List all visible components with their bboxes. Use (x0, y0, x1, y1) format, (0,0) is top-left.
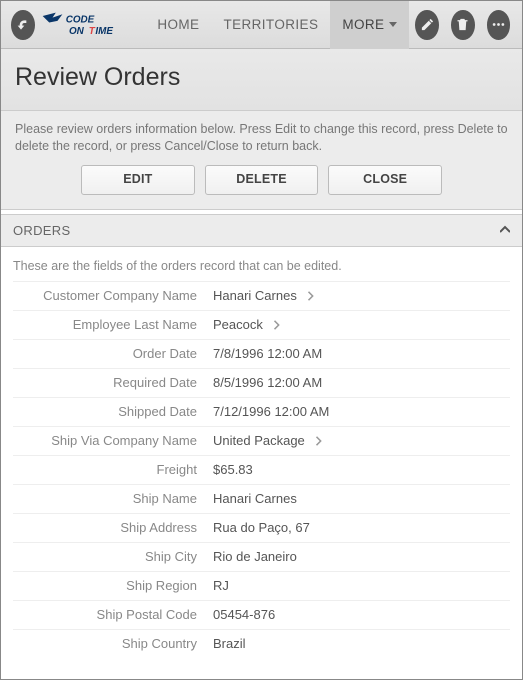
field-value-text: RJ (213, 578, 229, 593)
nav-territories[interactable]: TERRITORIES (211, 1, 330, 49)
field-label: Ship Via Company Name (13, 433, 213, 448)
field-value: 7/12/1996 12:00 AM (213, 404, 510, 419)
svg-text:CODE: CODE (65, 14, 94, 25)
field-value: 7/8/1996 12:00 AM (213, 346, 510, 361)
nav: HOME TERRITORIES MORE (145, 1, 409, 49)
field-label: Ship Region (13, 578, 213, 593)
chevron-right-icon (307, 291, 315, 301)
field-value-text: 05454-876 (213, 607, 275, 622)
section-title: ORDERS (13, 223, 70, 238)
field-label: Ship City (13, 549, 213, 564)
field-row: Freight$65.83 (13, 455, 510, 484)
field-value-text: 7/8/1996 12:00 AM (213, 346, 322, 361)
field-row: Ship Via Company NameUnited Package (13, 426, 510, 455)
svg-text:ON: ON (69, 26, 85, 37)
field-label: Ship Address (13, 520, 213, 535)
trash-icon (455, 17, 470, 32)
field-value: Brazil (213, 636, 510, 651)
chevron-down-icon (389, 22, 397, 27)
field-value[interactable]: Peacock (213, 317, 510, 332)
field-row: Ship CityRio de Janeiro (13, 542, 510, 571)
field-label: Ship Name (13, 491, 213, 506)
field-value: 8/5/1996 12:00 AM (213, 375, 510, 390)
field-row: Order Date7/8/1996 12:00 AM (13, 339, 510, 368)
field-label: Freight (13, 462, 213, 477)
logo: CODEONTIME (41, 11, 140, 39)
field-label: Shipped Date (13, 404, 213, 419)
section-body: These are the fields of the orders recor… (1, 247, 522, 666)
field-value-text: $65.83 (213, 462, 253, 477)
field-value-text: Brazil (213, 636, 246, 651)
field-label: Employee Last Name (13, 317, 213, 332)
edit-button[interactable]: EDIT (81, 165, 195, 195)
chevron-right-icon (315, 436, 323, 446)
pencil-icon (420, 17, 435, 32)
close-button[interactable]: CLOSE (328, 165, 442, 195)
dots-icon (491, 17, 506, 32)
field-value[interactable]: Hanari Carnes (213, 288, 510, 303)
chevron-up-icon (500, 225, 510, 235)
field-label: Required Date (13, 375, 213, 390)
field-value: Hanari Carnes (213, 491, 510, 506)
field-row: Ship RegionRJ (13, 571, 510, 600)
field-value-text: Rio de Janeiro (213, 549, 297, 564)
field-row: Ship CountryBrazil (13, 629, 510, 658)
field-row: Ship AddressRua do Paço, 67 (13, 513, 510, 542)
delete-button[interactable]: DELETE (205, 165, 319, 195)
field-label: Customer Company Name (13, 288, 213, 303)
field-value-text: 7/12/1996 12:00 AM (213, 404, 329, 419)
instruction-text: Please review orders information below. … (15, 121, 508, 155)
field-label: Ship Postal Code (13, 607, 213, 622)
field-row: Shipped Date7/12/1996 12:00 AM (13, 397, 510, 426)
button-row: EDIT DELETE CLOSE (15, 165, 508, 195)
more-action-button[interactable] (487, 10, 511, 40)
field-label: Order Date (13, 346, 213, 361)
back-arrow-icon (15, 17, 31, 33)
field-row: Ship Postal Code05454-876 (13, 600, 510, 629)
field-row: Required Date8/5/1996 12:00 AM (13, 368, 510, 397)
field-row: Ship NameHanari Carnes (13, 484, 510, 513)
field-row: Customer Company NameHanari Carnes (13, 281, 510, 310)
field-value: RJ (213, 578, 510, 593)
page-title: Review Orders (15, 63, 508, 92)
field-value-text: Peacock (213, 317, 263, 332)
svg-text:IME: IME (95, 26, 113, 37)
topbar: CODEONTIME HOME TERRITORIES MORE (1, 1, 522, 49)
field-label: Ship Country (13, 636, 213, 651)
chevron-right-icon (273, 320, 281, 330)
nav-home[interactable]: HOME (145, 1, 211, 49)
field-value-text: Rua do Paço, 67 (213, 520, 310, 535)
section-hint: These are the fields of the orders recor… (13, 259, 510, 273)
nav-more[interactable]: MORE (330, 1, 409, 49)
title-area: Review Orders (1, 49, 522, 111)
instruction-bar: Please review orders information below. … (1, 111, 522, 210)
nav-more-label: MORE (342, 17, 384, 32)
field-value: Rio de Janeiro (213, 549, 510, 564)
field-value-text: 8/5/1996 12:00 AM (213, 375, 322, 390)
back-button[interactable] (11, 10, 35, 40)
field-value: 05454-876 (213, 607, 510, 622)
field-value-text: United Package (213, 433, 305, 448)
section-header[interactable]: ORDERS (1, 214, 522, 247)
edit-action-button[interactable] (415, 10, 439, 40)
field-value-text: Hanari Carnes (213, 491, 297, 506)
delete-action-button[interactable] (451, 10, 475, 40)
field-value: Rua do Paço, 67 (213, 520, 510, 535)
field-value[interactable]: United Package (213, 433, 510, 448)
field-value: $65.83 (213, 462, 510, 477)
field-value-text: Hanari Carnes (213, 288, 297, 303)
field-row: Employee Last NamePeacock (13, 310, 510, 339)
